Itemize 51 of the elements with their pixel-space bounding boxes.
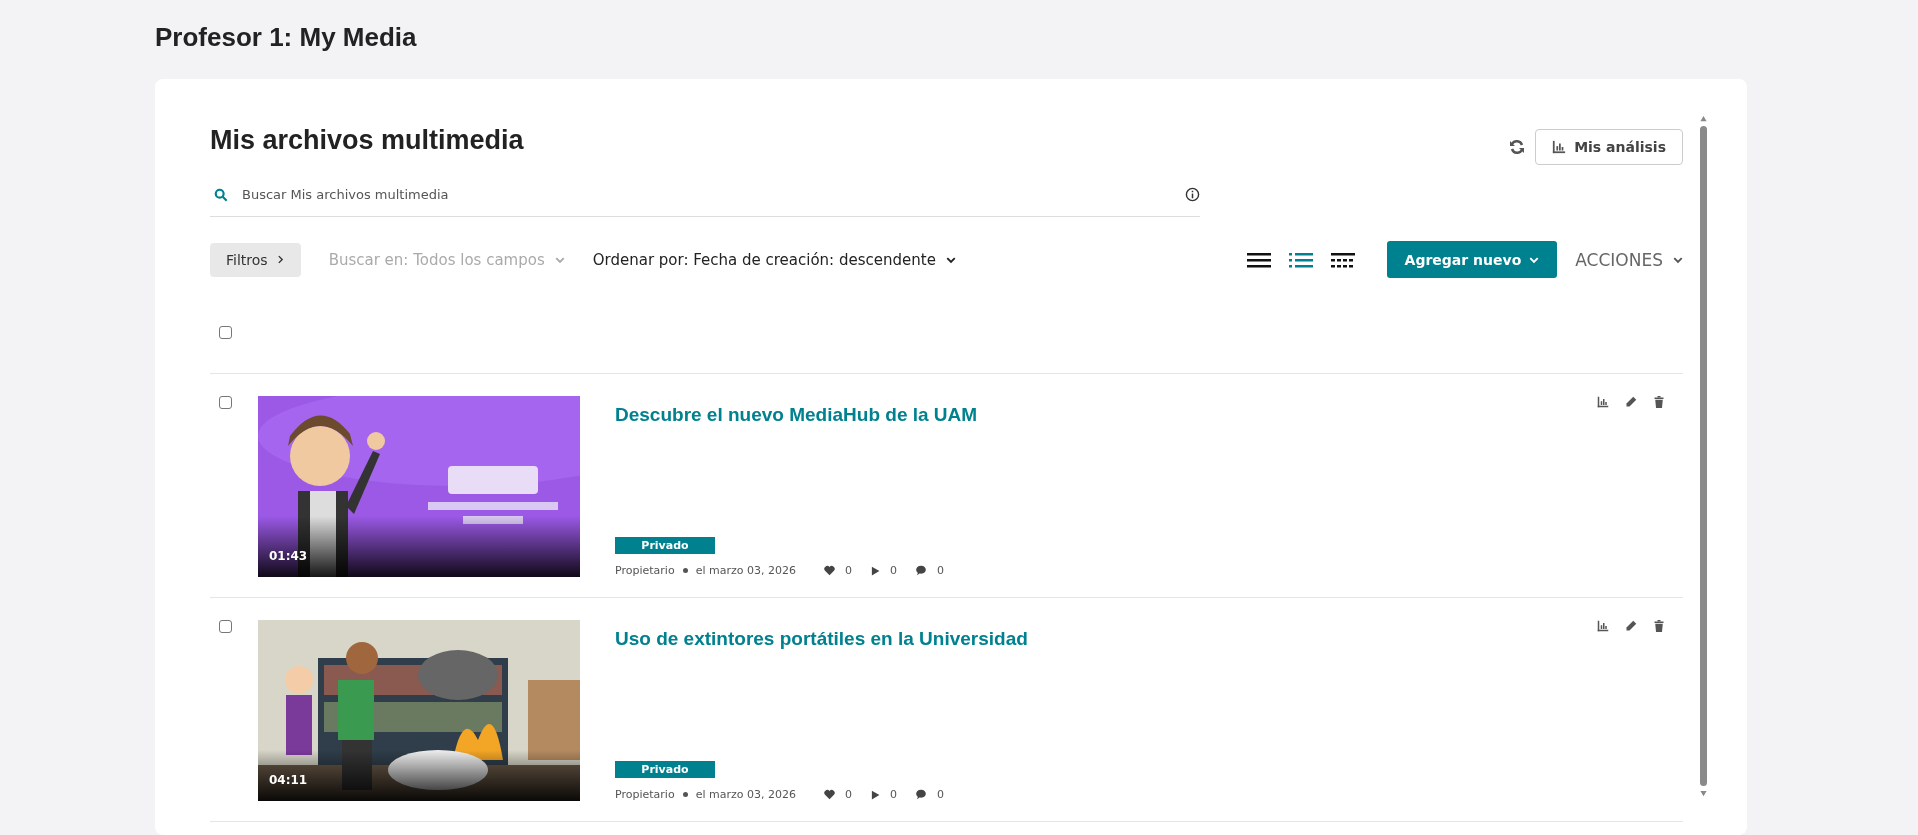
bar-chart-icon: [1597, 620, 1609, 632]
actions-menu[interactable]: ACCIONES: [1575, 249, 1683, 270]
detailed-view-button[interactable]: [1288, 251, 1313, 268]
trash-icon: [1653, 396, 1665, 408]
analytics-button[interactable]: Mis análisis: [1535, 129, 1683, 165]
scrollbar-thumb[interactable]: [1699, 126, 1707, 786]
status-badge: Privado: [615, 761, 715, 778]
dot-icon: [682, 792, 688, 797]
dot-icon: [682, 568, 688, 573]
select-all-checkbox[interactable]: [219, 326, 232, 339]
scroll-up-icon: [1698, 115, 1708, 122]
duration-label: 04:11: [269, 773, 308, 787]
status-badge: Privado: [615, 537, 715, 554]
heart-icon: [823, 565, 835, 576]
media-title[interactable]: Uso de extintores portátiles en la Universidad: [615, 628, 1597, 650]
row-checkbox[interactable]: [219, 620, 232, 633]
likes-count: 0: [844, 788, 852, 801]
comments-count: 0: [936, 788, 944, 801]
bar-chart-icon: [1597, 396, 1609, 408]
scroll-down-icon: [1698, 790, 1708, 797]
list-view-button[interactable]: [1246, 251, 1271, 268]
panel-title: Mis archivos multimedia: [210, 125, 524, 156]
date-label: el marzo 03, 2026: [695, 788, 796, 801]
info-icon: [1185, 187, 1200, 202]
pencil-icon: [1625, 396, 1637, 408]
bar-chart-icon: [1552, 140, 1567, 154]
duration-label: 01:43: [269, 549, 308, 563]
play-icon: [869, 789, 880, 800]
comment-icon: [914, 789, 927, 800]
filters-button[interactable]: Filtros: [210, 242, 301, 277]
refresh-icon: [1509, 139, 1526, 155]
owner-label: Propietario: [615, 788, 675, 801]
sort-dropdown[interactable]: Ordenar por: Fecha de creación: descendente: [592, 250, 956, 269]
grid-view-button[interactable]: [1330, 251, 1355, 268]
date-label: el marzo 03, 2026: [695, 564, 796, 577]
comments-count: 0: [936, 564, 944, 577]
chevron-right-icon: [275, 255, 285, 264]
search-icon: [214, 187, 228, 202]
plays-count: 0: [889, 788, 897, 801]
plays-count: 0: [889, 564, 897, 577]
trash-icon: [1653, 620, 1665, 632]
heart-icon: [823, 789, 835, 800]
media-title[interactable]: Descubre el nuevo MediaHub de la UAM: [615, 404, 1597, 426]
page-title: Profesor 1: My Media: [155, 22, 418, 53]
owner-label: Propietario: [615, 564, 675, 577]
play-icon: [869, 565, 880, 576]
likes-count: 0: [844, 564, 852, 577]
comment-icon: [914, 565, 927, 576]
row-checkbox[interactable]: [219, 396, 232, 409]
add-new-button[interactable]: Agregar nuevo: [1386, 241, 1558, 278]
pencil-icon: [1625, 620, 1637, 632]
